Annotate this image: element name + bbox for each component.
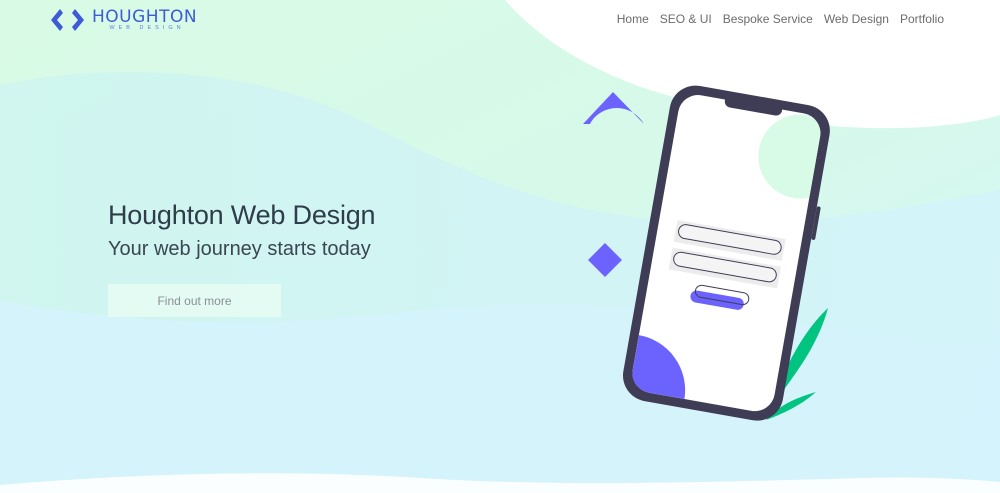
accent-diamond: [588, 243, 622, 277]
chevrons-logo-icon: [48, 8, 90, 32]
hero-section: Houghton Web Design Your web journey sta…: [108, 198, 528, 317]
logo[interactable]: HOUGHTON WEB DESIGN: [48, 8, 197, 32]
logo-name: HOUGHTON: [92, 7, 198, 27]
find-out-more-button[interactable]: Find out more: [108, 284, 281, 317]
logo-text: HOUGHTON WEB DESIGN: [92, 7, 198, 31]
hero-subtitle: Your web journey starts today: [108, 238, 371, 260]
accent-shape-top: [583, 92, 644, 124]
hero-title: Houghton Web Design: [108, 200, 376, 230]
nav-item-bespoke-service[interactable]: Bespoke Service: [723, 12, 813, 26]
phone-login-illustration: [583, 85, 830, 421]
site-header: HOUGHTON WEB DESIGN Home SEO & UI Bespok…: [0, 0, 1000, 40]
nav-item-web-design[interactable]: Web Design: [824, 12, 889, 26]
nav-item-home[interactable]: Home: [617, 12, 649, 26]
main-nav: Home SEO & UI Bespoke Service Web Design…: [617, 12, 944, 26]
nav-item-portfolio[interactable]: Portfolio: [900, 12, 944, 26]
nav-item-seo-ui[interactable]: SEO & UI: [660, 12, 712, 26]
